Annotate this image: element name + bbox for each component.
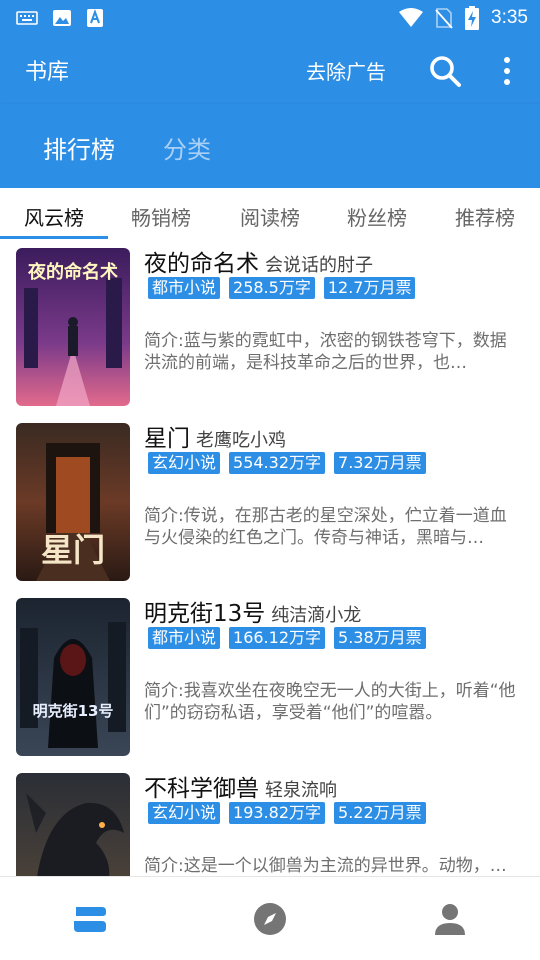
app-bar: 书库 去除广告: [0, 36, 540, 104]
genre-tag: 玄幻小说: [148, 452, 221, 474]
book-description: 简介:这是一个以御兽为主流的异世界。动物，…: [144, 856, 507, 876]
subtab-yuedu[interactable]: 阅读榜: [240, 202, 300, 231]
book-author: 纯洁滴小龙: [271, 605, 362, 626]
cover-title: 明克街13号: [33, 702, 114, 720]
more-vert-icon[interactable]: [498, 54, 516, 88]
book-list-item[interactable]: 夜的命名术 夜的命名术 会说话的肘子 都市小说 258.5万字 12.7万月票 简…: [0, 240, 540, 415]
monthly-votes-tag: 5.22万月票: [334, 802, 426, 824]
cover-title: 星门: [41, 531, 105, 569]
subtab-changxiao[interactable]: 畅销榜: [131, 202, 191, 231]
book-title: 明克街13号: [144, 601, 266, 627]
tab-category[interactable]: 分类: [163, 130, 211, 165]
book-author: 轻泉流响: [265, 780, 337, 801]
word-count-tag: 193.82万字: [229, 802, 326, 824]
book-description: 简介:我喜欢坐在夜晚空无一人的大街上，听着“他们”的窃窃私语，享受着“他们”的喧…: [144, 681, 516, 723]
keyboard-icon: [16, 11, 38, 25]
explore-compass-icon[interactable]: [252, 901, 288, 937]
book-cover[interactable]: 夜的命名术: [16, 248, 130, 406]
monthly-votes-tag: 7.32万月票: [334, 452, 426, 474]
subtab-fengyun[interactable]: 风云榜: [24, 202, 84, 231]
book-title: 星门: [144, 426, 190, 452]
book-description: 简介:传说，在那古老的星空深处，伫立着一道血与火侵染的红色之门。传奇与神话，黑暗…: [144, 506, 507, 548]
active-tab-indicator: [0, 236, 108, 239]
tab-ranking[interactable]: 排行榜: [43, 130, 115, 165]
image-icon: [53, 10, 71, 26]
battery-charging-icon: [465, 6, 480, 30]
book-list-item[interactable]: 星门 星门 老鹰吃小鸡 玄幻小说 554.32万字 7.32万月票 简介:传说，在…: [0, 415, 540, 590]
remove-ads-button[interactable]: 去除广告: [306, 56, 386, 85]
genre-tag: 都市小说: [148, 627, 221, 649]
search-icon[interactable]: [428, 54, 462, 88]
top-tabs: 排行榜 分类: [0, 104, 540, 188]
book-cover[interactable]: [16, 773, 130, 876]
book-author: 会说话的肘子: [265, 255, 373, 276]
word-count-tag: 554.32万字: [229, 452, 326, 474]
text-format-icon: [87, 9, 103, 27]
monthly-votes-tag: 5.38万月票: [334, 627, 426, 649]
monthly-votes-tag: 12.7万月票: [323, 277, 416, 299]
page-title: 书库: [25, 60, 70, 85]
word-count-tag: 166.12万字: [229, 627, 326, 649]
subtab-fensi[interactable]: 粉丝榜: [347, 202, 407, 231]
word-count-tag: 258.5万字: [229, 277, 315, 299]
book-cover[interactable]: 星门: [16, 423, 130, 581]
book-list-item[interactable]: 明克街13号 明克街13号 纯洁滴小龙 都市小说 166.12万字 5.38万月票…: [0, 590, 540, 765]
no-sim-icon: [435, 8, 453, 29]
cover-title: 夜的命名术: [27, 261, 118, 283]
genre-tag: 玄幻小说: [148, 802, 221, 824]
status-bar: 3:35: [0, 0, 540, 36]
profile-person-icon[interactable]: [432, 901, 468, 937]
book-cover[interactable]: 明克街13号: [16, 598, 130, 756]
wifi-icon: [399, 8, 424, 27]
clock: 3:35: [491, 7, 528, 28]
bookshelf-icon[interactable]: [72, 901, 108, 937]
book-title: 夜的命名术: [144, 251, 259, 277]
book-list-item[interactable]: 不科学御兽 轻泉流响 玄幻小说 193.82万字 5.22万月票 简介:这是一个以…: [0, 765, 540, 876]
ranking-subtabs: 风云榜 畅销榜 阅读榜 粉丝榜 推荐榜: [0, 188, 540, 240]
subtab-tuijian[interactable]: 推荐榜: [455, 202, 515, 231]
book-author: 老鹰吃小鸡: [196, 430, 286, 451]
bottom-navigation: [0, 876, 540, 960]
book-title: 不科学御兽: [144, 776, 259, 802]
genre-tag: 都市小说: [148, 277, 221, 299]
book-description: 简介:蓝与紫的霓虹中，浓密的钢铁苍穹下，数据洪流的前端，是科技革命之后的世界，也…: [144, 331, 507, 373]
